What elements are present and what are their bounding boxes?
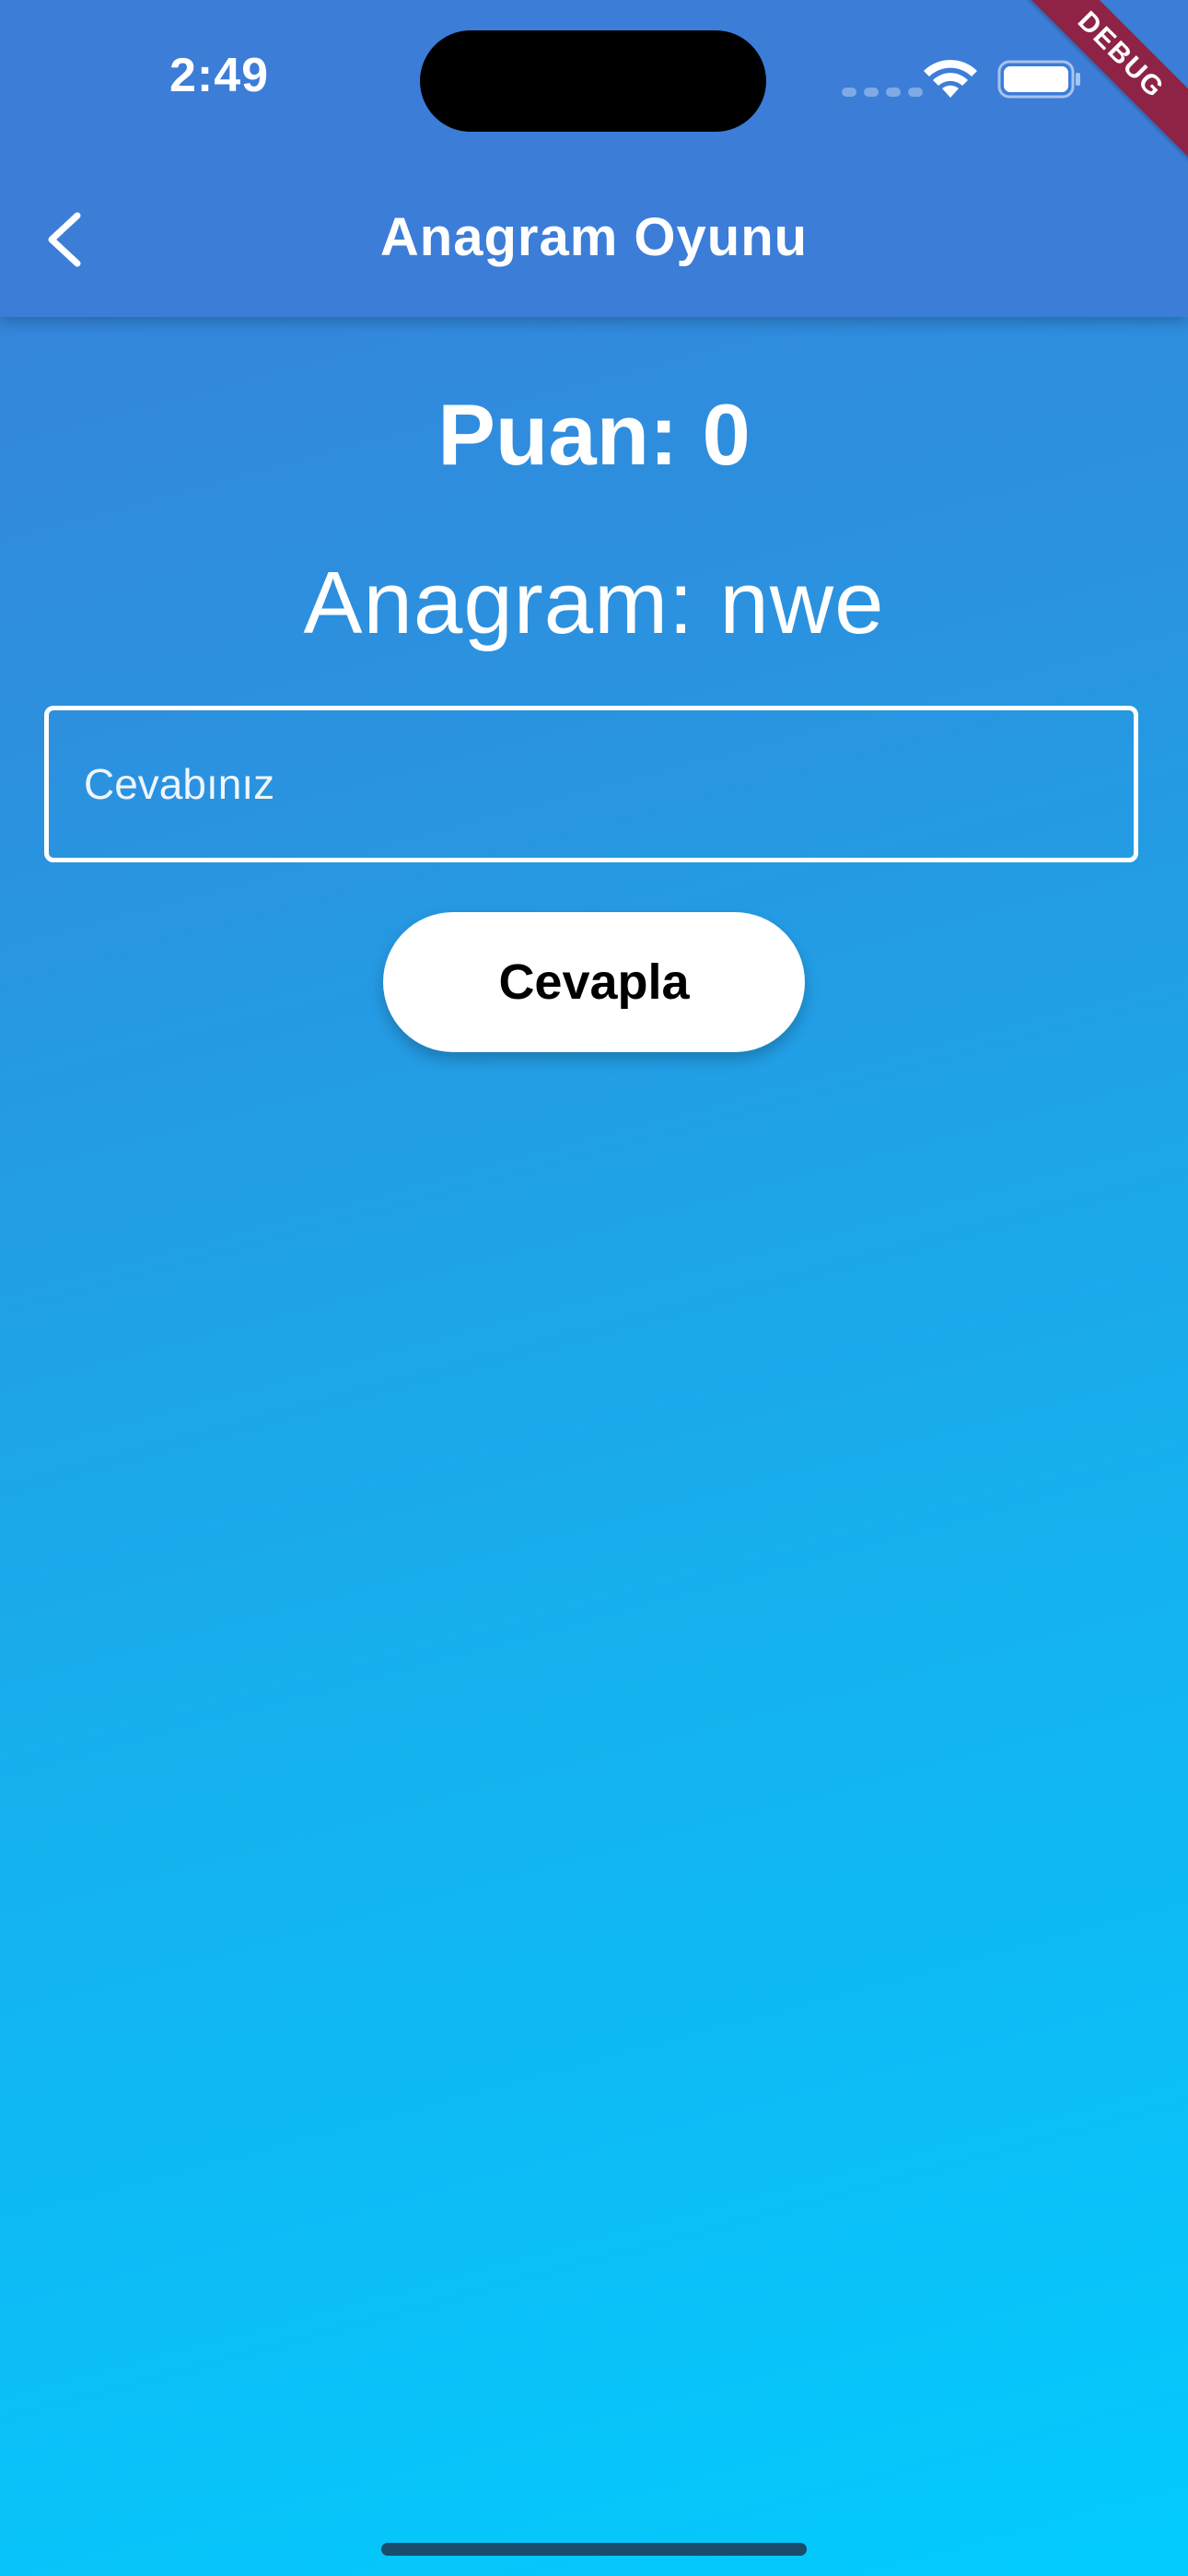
page-title: Anagram Oyunu: [379, 207, 809, 267]
top-bar: 2:49 Anagram Oyunu: [0, 0, 1188, 317]
score-label: Puan: 0: [437, 386, 751, 483]
battery-icon: [997, 60, 1080, 99]
app-screen: 2:49 Anagram Oyunu DEBUG Puan: 0 Anagram…: [0, 0, 1188, 2576]
home-indicator: [381, 2543, 807, 2556]
answer-input[interactable]: [82, 758, 1134, 810]
submit-answer-button[interactable]: Cevapla: [383, 912, 805, 1052]
answer-field[interactable]: [44, 706, 1138, 862]
wifi-icon: [924, 59, 977, 98]
status-time: 2:49: [169, 49, 270, 102]
anagram-label: Anagram: nwe: [303, 554, 885, 652]
dynamic-island: [420, 30, 766, 132]
cellular-signal-icon: [842, 88, 923, 97]
